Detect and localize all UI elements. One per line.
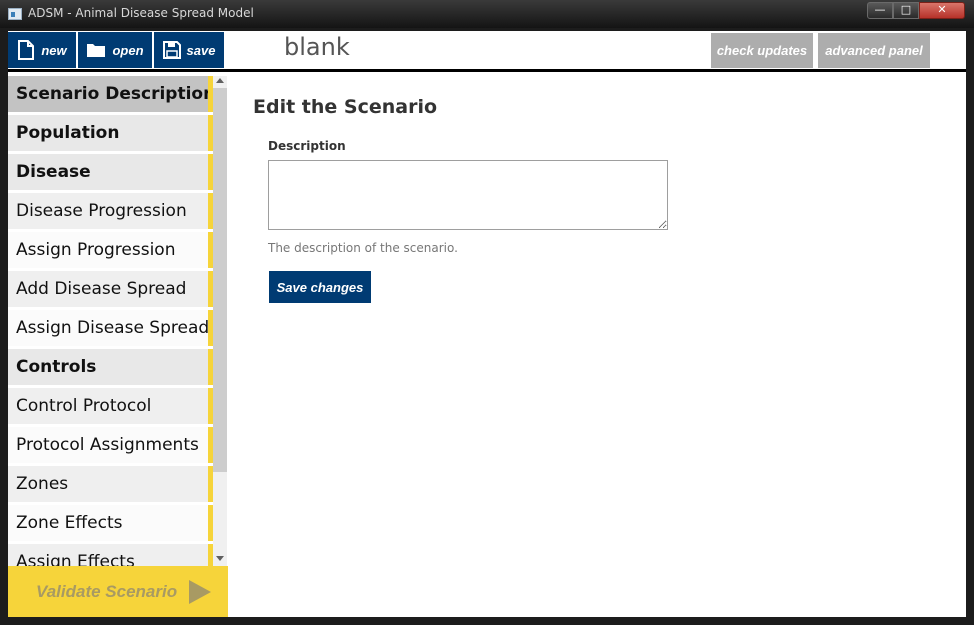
validate-scenario-button[interactable]: Validate Scenario [8, 566, 228, 617]
sidebar-item-protocol-assignments[interactable]: Protocol Assignments [8, 427, 213, 463]
description-help-text: The description of the scenario. [268, 241, 458, 255]
sidebar-item-disease[interactable]: Disease [8, 154, 213, 190]
sidebar-item-assign-progression[interactable]: Assign Progression [8, 232, 213, 268]
sidebar-item-assign-disease-spread[interactable]: Assign Disease Spread [8, 310, 213, 346]
floppy-disk-icon [162, 41, 181, 59]
folder-icon [87, 44, 106, 57]
app-icon [8, 8, 22, 20]
new-file-icon [18, 40, 35, 60]
minimize-button[interactable]: — [867, 2, 893, 19]
sidebar-item-control-protocol[interactable]: Control Protocol [8, 388, 213, 424]
advanced-panel-button[interactable]: advanced panel [818, 33, 930, 68]
window-titlebar: ADSM - Animal Disease Spread Model — □ ✕ [0, 0, 974, 28]
save-changes-button[interactable]: Save changes [269, 271, 371, 303]
sidebar-item-assign-effects[interactable]: Assign Effects [8, 544, 213, 566]
sidebar-item-scenario-description[interactable]: Scenario Description [8, 76, 213, 112]
description-label: Description [268, 139, 346, 153]
scrollbar-thumb[interactable] [213, 88, 227, 472]
check-updates-button[interactable]: check updates [711, 33, 813, 68]
save-button-label: save [186, 42, 216, 58]
sidebar-item-controls[interactable]: Controls [8, 349, 213, 385]
new-button[interactable]: new [8, 32, 76, 68]
sidebar-item-add-disease-spread[interactable]: Add Disease Spread [8, 271, 213, 307]
play-arrow-icon [189, 579, 212, 604]
sidebar-item-population[interactable]: Population [8, 115, 213, 151]
open-button[interactable]: open [78, 32, 152, 68]
save-button[interactable]: save [154, 32, 224, 68]
top-toolbar: new open save blank check updates advanc… [8, 31, 966, 69]
maximize-button[interactable]: □ [893, 2, 919, 19]
sidebar-nav-list: Scenario Description Population Disease … [8, 76, 213, 566]
sidebar-scrollbar[interactable] [213, 76, 227, 566]
description-textarea[interactable] [268, 160, 668, 230]
close-button[interactable]: ✕ [919, 2, 965, 19]
open-button-label: open [112, 42, 144, 58]
page-title: Edit the Scenario [253, 96, 438, 118]
sidebar-item-disease-progression[interactable]: Disease Progression [8, 193, 213, 229]
validate-scenario-label: Validate Scenario [36, 581, 178, 601]
sidebar-item-zones[interactable]: Zones [8, 466, 213, 502]
sidebar: Scenario Description Population Disease … [8, 72, 228, 617]
app-client-area: new open save blank check updates advanc… [8, 31, 966, 617]
main-content: Edit the Scenario Description The descri… [253, 72, 953, 612]
new-button-label: new [41, 42, 67, 58]
window-title: ADSM - Animal Disease Spread Model [28, 6, 254, 20]
scroll-down-icon[interactable] [216, 556, 224, 561]
scenario-name: blank [284, 33, 350, 61]
sidebar-item-zone-effects[interactable]: Zone Effects [8, 505, 213, 541]
scroll-up-icon[interactable] [216, 78, 224, 83]
